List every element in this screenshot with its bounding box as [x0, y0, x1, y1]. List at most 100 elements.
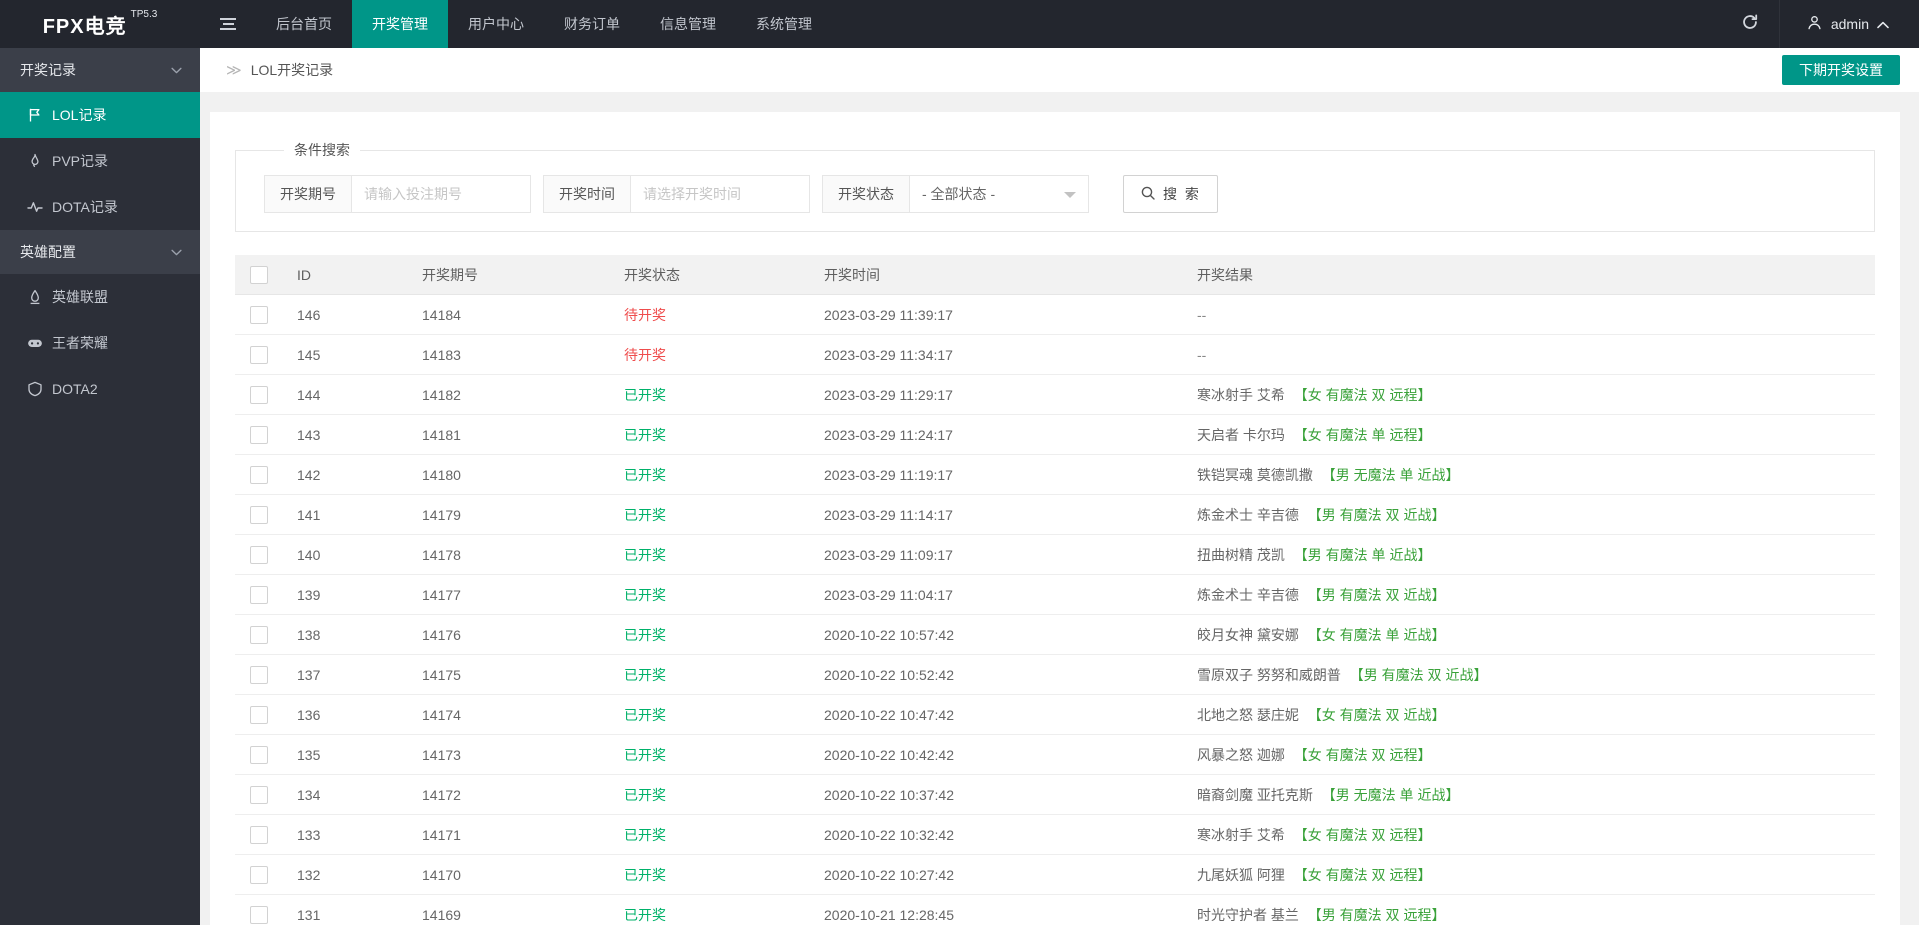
table-row: 140 14178 已开奖 2023-03-29 11:09:17 扭曲树精 茂…	[235, 535, 1875, 575]
app-logo-text: FPX电竞	[42, 15, 127, 38]
sidebar-item-lol-records[interactable]: LOL记录	[0, 92, 200, 138]
cell-id: 141	[297, 506, 321, 523]
row-checkbox[interactable]	[250, 865, 268, 884]
row-checkbox[interactable]	[250, 545, 268, 564]
table-row: 144 14182 已开奖 2023-03-29 11:29:17 寒冰射手 艾…	[235, 375, 1875, 415]
cell-id: 132	[297, 866, 321, 883]
cell-result: 皎月女神 黛安娜 【女 有魔法 单 近战】	[1183, 625, 1875, 645]
cell-id: 131	[297, 906, 321, 923]
row-checkbox[interactable]	[250, 425, 268, 444]
table-body: 146 14184 待开奖 2023-03-29 11:39:17 -- 145…	[235, 295, 1875, 925]
row-check-cell	[235, 665, 283, 684]
cell-issue: 14176	[422, 626, 461, 643]
row-checkbox[interactable]	[250, 625, 268, 644]
nav-item[interactable]: 信息管理	[640, 0, 736, 48]
row-checkbox[interactable]	[250, 745, 268, 764]
cell-result: 寒冰射手 艾希 【女 有魔法 双 远程】	[1183, 385, 1875, 405]
select-all-checkbox[interactable]	[250, 265, 268, 284]
row-checkbox[interactable]	[250, 345, 268, 364]
cell-status: 待开奖	[624, 346, 666, 363]
cell-status: 已开奖	[624, 586, 666, 603]
nav-item[interactable]: 开奖管理	[352, 0, 448, 48]
cell-id: 138	[297, 626, 321, 643]
table-row: 146 14184 待开奖 2023-03-29 11:39:17 --	[235, 295, 1875, 335]
next-draw-settings-button[interactable]: 下期开奖设置	[1782, 55, 1900, 85]
cell-result: 暗裔剑魔 亚托克斯 【男 无魔法 单 近战】	[1183, 785, 1875, 805]
nav-item[interactable]: 系统管理	[736, 0, 832, 48]
draw-time-input[interactable]	[630, 175, 810, 213]
sidebar-section-header[interactable]: 英雄配置	[0, 230, 200, 274]
nav-item[interactable]: 财务订单	[544, 0, 640, 48]
sidebar-item-dota2-heroes[interactable]: DOTA2	[0, 366, 200, 412]
status-field-label: 开奖状态	[822, 175, 910, 213]
table-row: 131 14169 已开奖 2020-10-21 12:28:45 时光守护者 …	[235, 895, 1875, 925]
user-menu[interactable]: admin	[1778, 0, 1919, 48]
table-row: 132 14170 已开奖 2020-10-22 10:27:42 九尾妖狐 阿…	[235, 855, 1875, 895]
issue-input[interactable]	[351, 175, 531, 213]
cell-issue: 14175	[422, 666, 461, 683]
sidebar-item-dota-records[interactable]: DOTA记录	[0, 184, 200, 230]
cell-time: 2020-10-21 12:28:45	[824, 906, 954, 923]
sidebar-toggle-button[interactable]	[200, 0, 256, 48]
row-checkbox[interactable]	[250, 585, 268, 604]
sidebar-item-lol-heroes[interactable]: 英雄联盟	[0, 274, 200, 320]
row-checkbox[interactable]	[250, 665, 268, 684]
search-button[interactable]: 搜 索	[1123, 175, 1218, 213]
row-check-cell	[235, 745, 283, 764]
row-checkbox[interactable]	[250, 905, 268, 924]
row-checkbox[interactable]	[250, 385, 268, 404]
cell-id: 133	[297, 826, 321, 843]
issue-field-label: 开奖期号	[264, 175, 352, 213]
row-check-cell	[235, 705, 283, 724]
row-checkbox[interactable]	[250, 785, 268, 804]
sidebar-item-pvp-records[interactable]: PVP记录	[0, 138, 200, 184]
result-attributes: 【男 有魔法 双 近战】	[1307, 586, 1446, 603]
cell-issue: 14180	[422, 466, 461, 483]
time-field-label: 开奖时间	[543, 175, 631, 213]
cell-issue: 14181	[422, 426, 461, 443]
table-row: 139 14177 已开奖 2023-03-29 11:04:17 炼金术士 辛…	[235, 575, 1875, 615]
cell-status: 已开奖	[624, 706, 666, 723]
row-checkbox[interactable]	[250, 825, 268, 844]
cell-id: 135	[297, 746, 321, 763]
result-attributes: 【男 无魔法 单 近战】	[1321, 466, 1460, 483]
sidebar-item-wzry-heroes[interactable]: 王者荣耀	[0, 320, 200, 366]
cell-id: 139	[297, 586, 321, 603]
cell-issue: 14179	[422, 506, 461, 523]
fire-icon	[27, 153, 43, 169]
select-arrow-icon	[1064, 192, 1076, 204]
cell-status: 已开奖	[624, 786, 666, 803]
row-checkbox[interactable]	[250, 465, 268, 484]
status-select[interactable]: - 全部状态 -	[909, 175, 1089, 213]
row-checkbox[interactable]	[250, 705, 268, 724]
app-version: TP5.3	[130, 9, 158, 20]
cell-id: 143	[297, 426, 321, 443]
nav-item[interactable]: 用户中心	[448, 0, 544, 48]
cell-result: --	[1183, 307, 1875, 323]
breadcrumb-bar: ≫ LOL开奖记录 下期开奖设置	[200, 48, 1919, 92]
time-field-group: 开奖时间	[543, 175, 810, 213]
cell-issue: 14184	[422, 306, 461, 323]
cell-result: 炼金术士 辛吉德 【男 有魔法 双 近战】	[1183, 505, 1875, 525]
column-header-status: 开奖状态	[624, 266, 680, 283]
nav-item[interactable]: 后台首页	[256, 0, 352, 48]
search-fieldset: 条件搜索 开奖期号 开奖时间 开奖状态 - 全部状态 -	[235, 140, 1875, 232]
refresh-button[interactable]	[1721, 0, 1779, 48]
table-row: 138 14176 已开奖 2020-10-22 10:57:42 皎月女神 黛…	[235, 615, 1875, 655]
result-attributes: 【男 有魔法 双 远程】	[1307, 906, 1446, 923]
row-checkbox[interactable]	[250, 305, 268, 324]
cell-time: 2023-03-29 11:34:17	[824, 346, 953, 363]
row-check-cell	[235, 305, 283, 324]
top-nav: 后台首页 开奖管理 用户中心 财务订单 信息管理 系统管理	[256, 0, 832, 48]
sidebar-section-header[interactable]: 开奖记录	[0, 48, 200, 92]
cell-time: 2023-03-29 11:24:17	[824, 426, 953, 443]
row-checkbox[interactable]	[250, 505, 268, 524]
select-all-cell	[235, 265, 283, 284]
cell-id: 144	[297, 386, 321, 403]
result-hero-name: 扭曲树精 茂凯	[1197, 546, 1285, 563]
cell-status: 已开奖	[624, 826, 666, 843]
table-row: 133 14171 已开奖 2020-10-22 10:32:42 寒冰射手 艾…	[235, 815, 1875, 855]
row-check-cell	[235, 625, 283, 644]
topbar: FPX电竞 TP5.3 后台首页 开奖管理 用户中心 财务订单 信息管理 系统管理 adm…	[0, 0, 1919, 48]
shield-icon	[27, 381, 43, 397]
